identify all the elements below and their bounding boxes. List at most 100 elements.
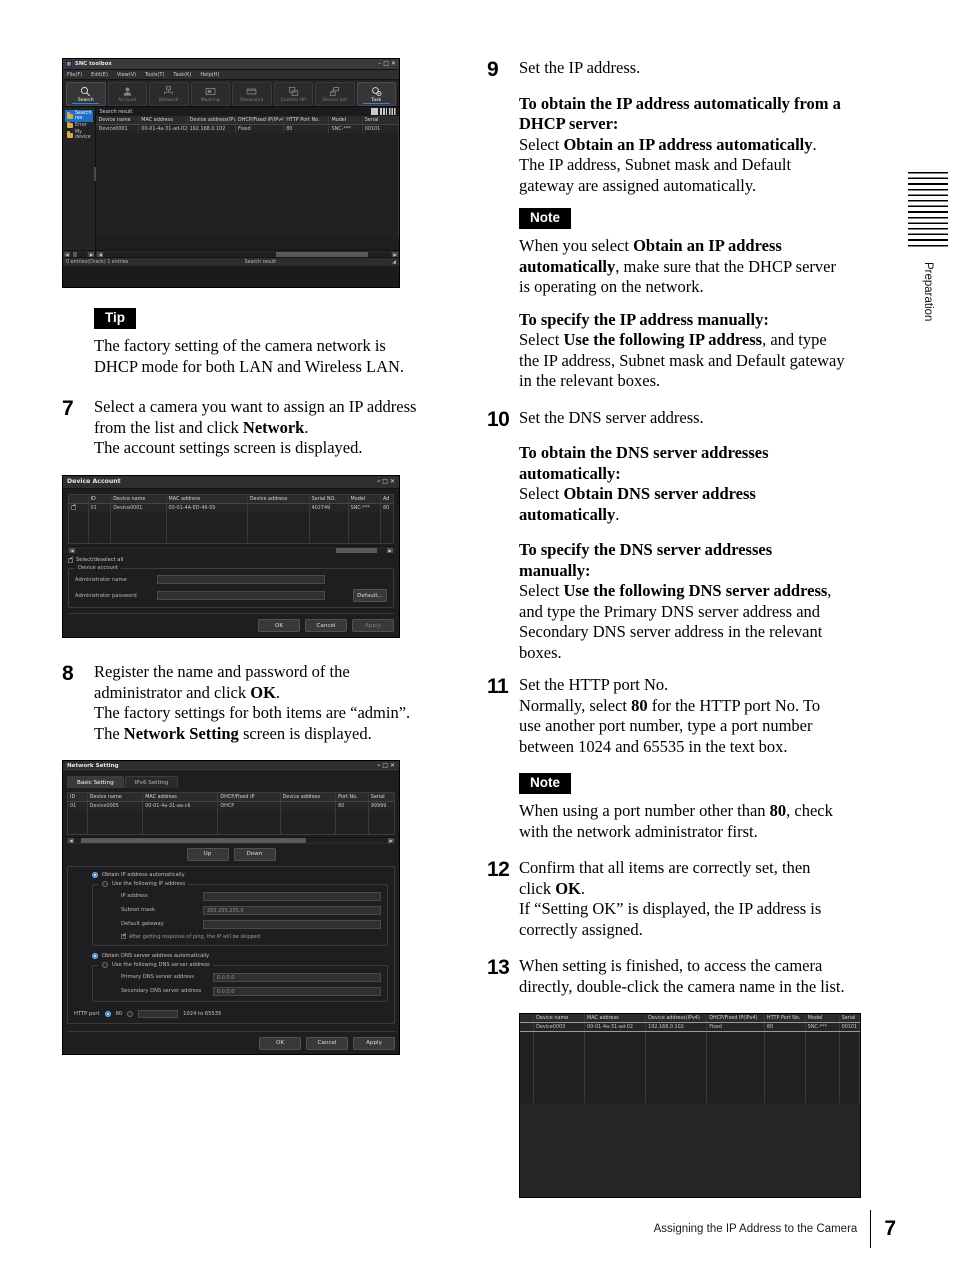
cancel-button[interactable]: Cancel — [306, 1036, 348, 1050]
scroll-left-icon[interactable]: ◀ — [97, 251, 104, 257]
toolbar-button-task[interactable]: Task — [356, 82, 396, 106]
dialog-window-controls[interactable]: – □ ✕ — [377, 478, 395, 485]
http-port-custom-radio[interactable] — [127, 1010, 134, 1017]
col-id[interactable]: ID — [67, 792, 88, 802]
close-icon[interactable]: ✕ — [390, 763, 395, 769]
http-port-80-radio[interactable] — [104, 1010, 111, 1017]
apply-button[interactable]: Apply — [353, 1036, 395, 1050]
table-row[interactable] — [67, 818, 396, 826]
splitter-handle[interactable] — [94, 167, 97, 181]
table-row[interactable]: Device0003 00-01-4a-31-ad-02 192.168.0.1… — [520, 1021, 860, 1032]
maximize-icon[interactable]: □ — [382, 478, 388, 485]
col-serial-no[interactable]: Serial NO. — [309, 494, 349, 504]
table-row[interactable] — [68, 511, 394, 520]
minimize-icon[interactable]: – — [378, 61, 381, 67]
col-device-name[interactable]: Device name — [533, 1014, 585, 1023]
admin-name-input[interactable] — [157, 575, 325, 584]
account-scroll-track[interactable] — [76, 547, 386, 553]
table-row[interactable] — [68, 519, 394, 528]
tree-hscrollbar[interactable]: ◀ ▶ — [63, 250, 96, 257]
col-device-name[interactable]: Device name — [87, 792, 144, 802]
table-row[interactable]: Device0001 00-01-4a-31-ad-02 192.168.0.1… — [96, 124, 399, 133]
menu-view[interactable]: View(V) — [117, 72, 136, 78]
account-hscrollbar[interactable]: ◀ ▶ — [68, 546, 394, 553]
table-row[interactable] — [520, 1071, 860, 1079]
tree-item-my-device[interactable]: My device — [65, 129, 93, 141]
ok-button[interactable]: OK — [258, 619, 300, 632]
table-row[interactable] — [96, 133, 399, 141]
col-http-port[interactable]: HTTP Port No. — [283, 116, 330, 125]
table-row[interactable] — [520, 1087, 860, 1095]
cell-row-checkbox[interactable] — [68, 503, 89, 512]
col-check[interactable] — [520, 1014, 535, 1023]
toolbar[interactable]: Search Account Network Masking Panorama … — [63, 80, 399, 107]
view-list-icon[interactable] — [370, 108, 378, 115]
scroll-right-icon[interactable]: ▶ — [387, 547, 393, 553]
col-mac-address[interactable]: MAC address — [166, 494, 248, 504]
table-row[interactable] — [96, 173, 399, 181]
view-mode-icons[interactable] — [370, 108, 396, 115]
col-device-name[interactable]: Device name — [110, 494, 167, 504]
table-row[interactable] — [96, 165, 399, 173]
table-row[interactable] — [520, 1055, 860, 1063]
window-controls[interactable]: – □ ✕ — [378, 61, 396, 67]
view-thumbnail-icon[interactable] — [388, 108, 396, 115]
obtain-ip-auto-radio[interactable] — [92, 871, 98, 878]
secondary-dns-input[interactable]: 0.0.0.0 — [213, 986, 381, 996]
menu-file[interactable]: File(F) — [67, 72, 82, 78]
table-row[interactable] — [96, 149, 399, 157]
device-grid[interactable]: Device name MAC address Device address(I… — [96, 116, 399, 250]
close-icon[interactable]: ✕ — [390, 478, 395, 485]
col-device-address[interactable]: Device address — [247, 494, 310, 504]
tree-item-error[interactable]: Error — [65, 121, 93, 129]
table-row[interactable]: 01 Device0001 00-01-4A-ED-46-59 402749 S… — [68, 503, 394, 512]
col-device-address[interactable]: Device address — [280, 792, 337, 802]
col-dhcp-fixed-ip[interactable]: DHCP/Fixed IP — [217, 792, 281, 802]
toolbar-button-account[interactable]: Account — [107, 82, 147, 106]
ip-address-input[interactable] — [203, 891, 381, 901]
table-row[interactable] — [520, 1063, 860, 1071]
tree-scroll-thumb[interactable] — [72, 251, 77, 257]
use-following-dns-radio[interactable] — [102, 961, 108, 968]
resize-grip-icon[interactable]: ◢ — [392, 260, 396, 265]
col-device-name[interactable]: Device name — [96, 116, 140, 125]
list-hscrollbar[interactable]: ◀ ▶ — [96, 250, 399, 257]
network-scroll-thumb[interactable] — [81, 838, 306, 843]
tree-item-search-result[interactable]: Search res — [65, 110, 94, 122]
col-id[interactable]: ID — [88, 494, 112, 504]
default-button[interactable]: Default... — [353, 589, 387, 602]
scroll-right-icon[interactable]: ▶ — [388, 838, 394, 843]
menu-tools[interactable]: Tools(T) — [145, 72, 164, 78]
col-ad[interactable]: Ad — [380, 494, 394, 504]
setting-tabs[interactable]: Basic Setting IPv6 Setting — [67, 776, 395, 788]
toolbar-button-masking[interactable]: Masking — [190, 82, 230, 106]
col-model[interactable]: Model — [348, 494, 381, 504]
network-device-table[interactable]: ID Device name MAC address DHCP/Fixed IP… — [67, 792, 396, 835]
table-row[interactable] — [67, 826, 396, 834]
col-serial[interactable]: Serial — [368, 792, 396, 802]
toolbar-button-panorama[interactable]: Panorama — [232, 82, 272, 106]
col-dhcp-fixed[interactable]: DHCP/Fixed IP(IPv4) — [706, 1014, 765, 1023]
maximize-icon[interactable]: □ — [382, 763, 388, 769]
list-scroll-track[interactable] — [104, 251, 391, 257]
col-http-port[interactable]: HTTP Port No. — [764, 1014, 806, 1023]
device-account-table[interactable]: ID Device name MAC address Device addres… — [68, 493, 394, 544]
minimize-icon[interactable]: – — [377, 478, 380, 485]
up-button[interactable]: Up — [186, 847, 229, 861]
table-row[interactable]: 01 Device0005 00-01-4a-31-aa-c6 DHCP 80 … — [67, 801, 396, 810]
col-serial[interactable]: Serial — [839, 1014, 860, 1023]
col-device-address[interactable]: Device address(IPv4) — [187, 116, 236, 125]
table-row[interactable] — [68, 535, 394, 544]
table-row[interactable] — [96, 189, 399, 197]
ok-button[interactable]: OK — [259, 1036, 301, 1050]
http-port-custom-input[interactable] — [138, 1009, 179, 1018]
select-all-row[interactable]: Select/deselect all — [68, 556, 394, 563]
col-device-address[interactable]: Device address(IPv4) — [645, 1014, 708, 1023]
table-row[interactable] — [96, 181, 399, 189]
table-row[interactable] — [68, 527, 394, 536]
use-following-ip-radio[interactable] — [102, 880, 108, 887]
apply-button[interactable]: Apply — [352, 619, 394, 632]
tab-basic-setting[interactable]: Basic Setting — [67, 776, 124, 788]
col-model[interactable]: Model — [805, 1014, 840, 1023]
table-row[interactable] — [96, 205, 399, 213]
